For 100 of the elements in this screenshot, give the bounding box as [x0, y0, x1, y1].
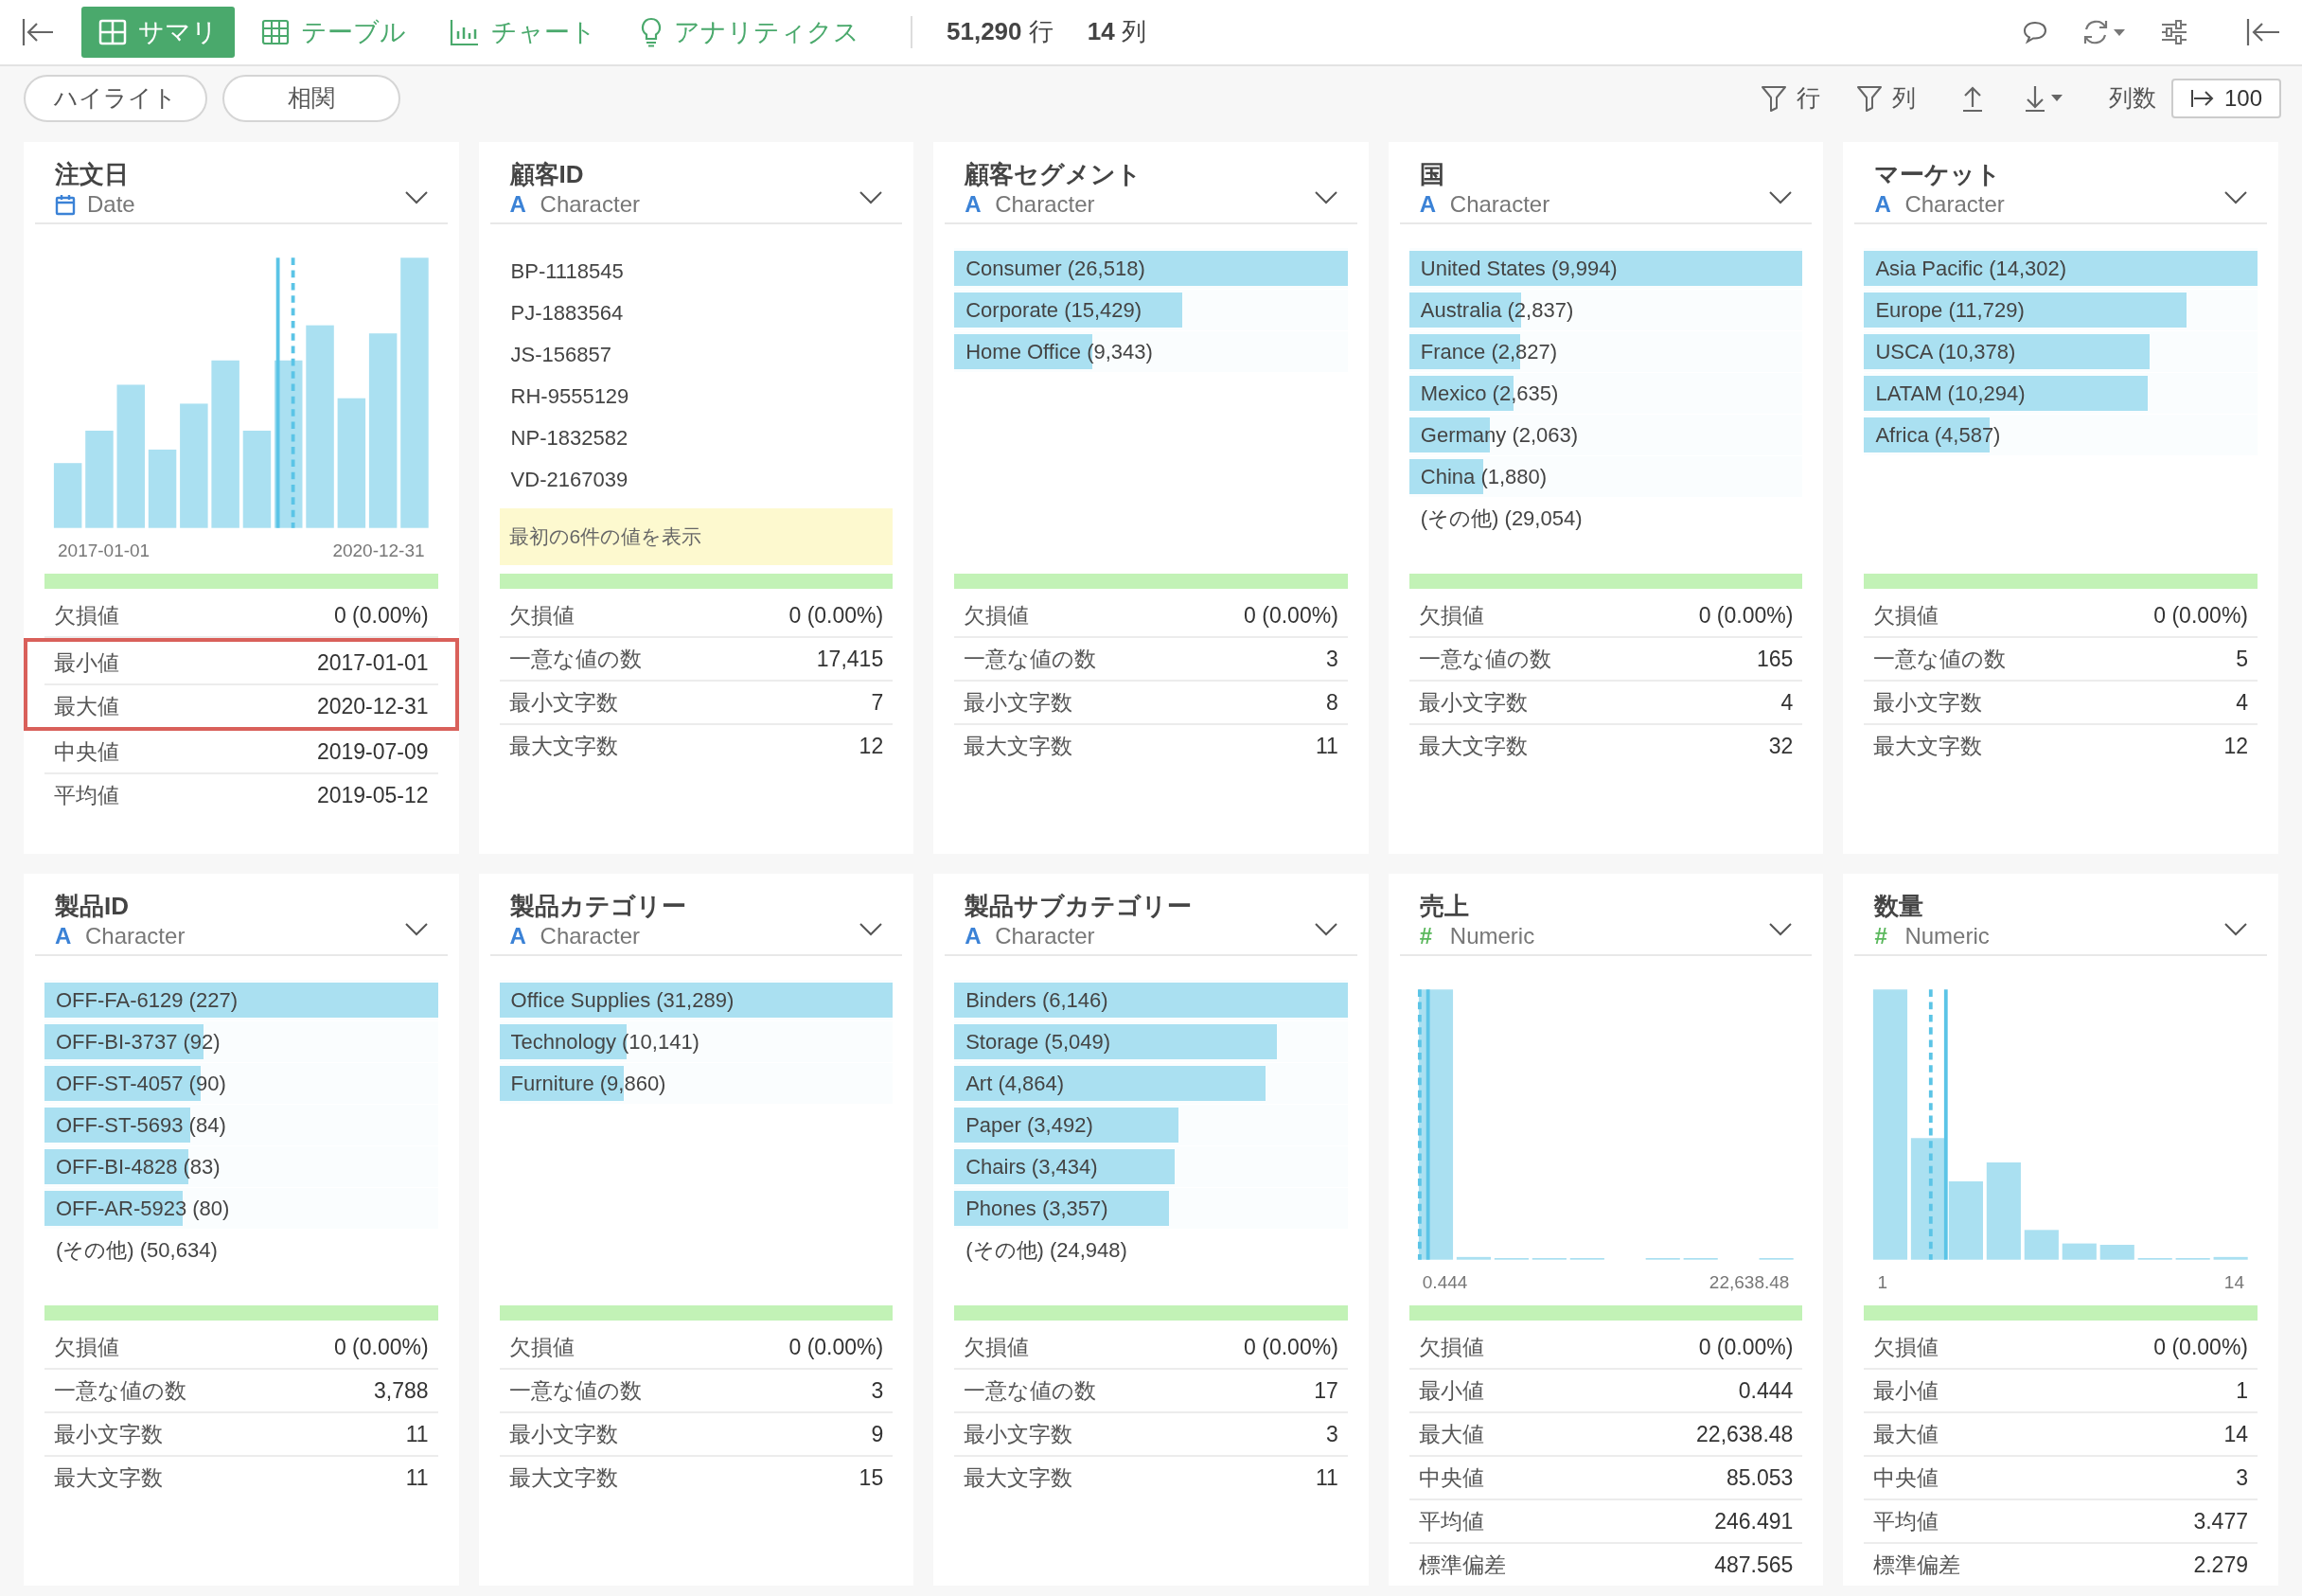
stat-label: 最大文字数 [508, 1463, 618, 1492]
chevron-down-icon[interactable] [859, 190, 884, 205]
column-title: 注文日 [55, 159, 130, 190]
stat-label: 最大文字数 [964, 732, 1073, 760]
type-label: Character [1449, 190, 1550, 219]
category-label: Consumer (26,518) [965, 256, 1145, 281]
stat-label: 標準偏差 [1873, 1551, 1961, 1579]
category-label: LATAM (10,294) [1874, 381, 2026, 406]
type-icon: A [1874, 190, 1894, 219]
column-title: 売上 [1419, 891, 1470, 922]
column-title: 製品ID [55, 891, 130, 922]
stat-label: 最大値 [1873, 1420, 1939, 1448]
type-label: Character [995, 922, 1095, 950]
chevron-down-icon[interactable] [1768, 922, 1794, 937]
stat-label: 最小値 [1418, 1376, 1484, 1405]
filter-icon [1855, 83, 1883, 113]
stat-label: 最小文字数 [508, 688, 618, 717]
stat-value: 12 [859, 733, 884, 759]
type-label: Character [995, 190, 1095, 219]
bar-chart-icon[interactable] [450, 17, 480, 46]
stat-label: 最小値 [1873, 1376, 1939, 1405]
histogram-bar [2025, 1230, 2060, 1260]
category-label: Chairs (3,434) [965, 1154, 1098, 1179]
stat-value: 7 [871, 689, 884, 716]
column-count: 14 列 [1087, 16, 1146, 48]
stat-value: 4 [1780, 689, 1794, 716]
stat-value: 0 (0.00%) [1244, 602, 1338, 629]
collapse-left-icon[interactable] [21, 16, 55, 47]
stat-label: 最小文字数 [964, 688, 1073, 717]
category-label: OFF-AR-5923 (80) [55, 1196, 230, 1221]
comment-icon[interactable] [2022, 19, 2048, 44]
type-icon: A [965, 190, 984, 219]
grid-icon[interactable] [98, 17, 127, 46]
stat-label: 平均値 [54, 781, 119, 809]
axis-label: 14 [2223, 1272, 2244, 1293]
stat-value: 0 (0.00%) [2153, 602, 2248, 629]
stat-label: 欠損値 [964, 601, 1030, 630]
category-label: Asia Pacific (14,302) [1874, 256, 2067, 281]
category-label: Home Office (9,343) [965, 339, 1153, 364]
stat-value: 0 (0.00%) [1698, 1334, 1794, 1360]
stat-value: 2.279 [2193, 1552, 2248, 1578]
value-text: PJ-1883564 [509, 300, 625, 327]
stat-label: 最大文字数 [964, 1463, 1073, 1492]
type-label: Numeric [1904, 922, 1990, 950]
chevron-down-icon[interactable] [1313, 190, 1338, 205]
chevron-down-icon[interactable] [403, 190, 429, 205]
bar-arrow-icon [2189, 87, 2215, 109]
filter-columns-button[interactable]: 列 [1850, 82, 1921, 115]
pill-button[interactable]: 相関 [222, 74, 400, 122]
category-label: Corporate (15,429) [965, 297, 1142, 323]
stat-label: 一意な値の数 [964, 1376, 1097, 1405]
column-count-field[interactable]: 100 [2170, 78, 2281, 118]
histogram-bar [2100, 1245, 2135, 1260]
type-label: Character [540, 922, 640, 950]
stat-label: 欠損値 [964, 1333, 1030, 1361]
stat-value: 85.053 [1726, 1464, 1794, 1491]
lightbulb-icon[interactable] [640, 16, 663, 47]
chevron-down-icon[interactable] [1768, 190, 1794, 205]
column-title: 国 [1419, 159, 1445, 190]
category-label: Paper (3,492) [965, 1112, 1093, 1138]
stat-label: 中央値 [1418, 1463, 1484, 1492]
stat-label: 最大値 [1418, 1420, 1484, 1448]
category-label: Mexico (2,635) [1419, 381, 1559, 406]
category-label: Europe (11,729) [1874, 297, 2025, 323]
type-icon: A [509, 922, 529, 950]
chevron-down-icon[interactable] [2223, 922, 2248, 937]
stat-value: 14 [2223, 1421, 2248, 1447]
collapse-right-icon[interactable] [2245, 16, 2281, 47]
row-count: 51,290 行 [947, 16, 1054, 48]
stat-value: 0 (0.00%) [788, 1334, 884, 1360]
table-icon[interactable] [261, 17, 290, 46]
stat-label: 最大値 [54, 692, 119, 720]
stat-value: 9 [871, 1421, 884, 1447]
value-text: NP-1832582 [509, 425, 629, 452]
stat-value: 11 [405, 1421, 429, 1447]
stat-label: 一意な値の数 [964, 645, 1097, 673]
type-icon: # [1419, 922, 1439, 950]
filter-icon [1760, 83, 1787, 113]
pill-button[interactable]: ハイライト [24, 74, 207, 122]
value-text: RH-9555129 [509, 383, 630, 410]
type-icon: A [509, 190, 529, 219]
chevron-down-icon[interactable] [403, 922, 429, 937]
category-label: Technology (10,141) [509, 1029, 699, 1055]
filter-rows-button[interactable]: 行 [1754, 82, 1826, 115]
download-icon[interactable] [2023, 83, 2065, 113]
stat-value: 2017-01-01 [316, 649, 429, 676]
axis-label: 0.444 [1422, 1272, 1468, 1293]
stat-label: 一意な値の数 [1418, 645, 1551, 673]
chevron-down-icon[interactable] [2223, 190, 2248, 205]
category-label: France (2,827) [1419, 339, 1558, 364]
sliders-icon[interactable] [2160, 18, 2188, 45]
stat-label: 欠損値 [1418, 601, 1484, 630]
calendar-icon [55, 193, 76, 216]
stat-value: 1 [2236, 1377, 2248, 1404]
info-note: 最初の6件の値を表示 [499, 508, 894, 565]
chevron-down-icon[interactable] [859, 922, 884, 937]
stat-value: 17,415 [816, 646, 884, 672]
chevron-down-icon[interactable] [1313, 922, 1338, 937]
category-label: OFF-ST-4057 (90) [55, 1071, 226, 1096]
stat-value: 11 [405, 1464, 429, 1491]
